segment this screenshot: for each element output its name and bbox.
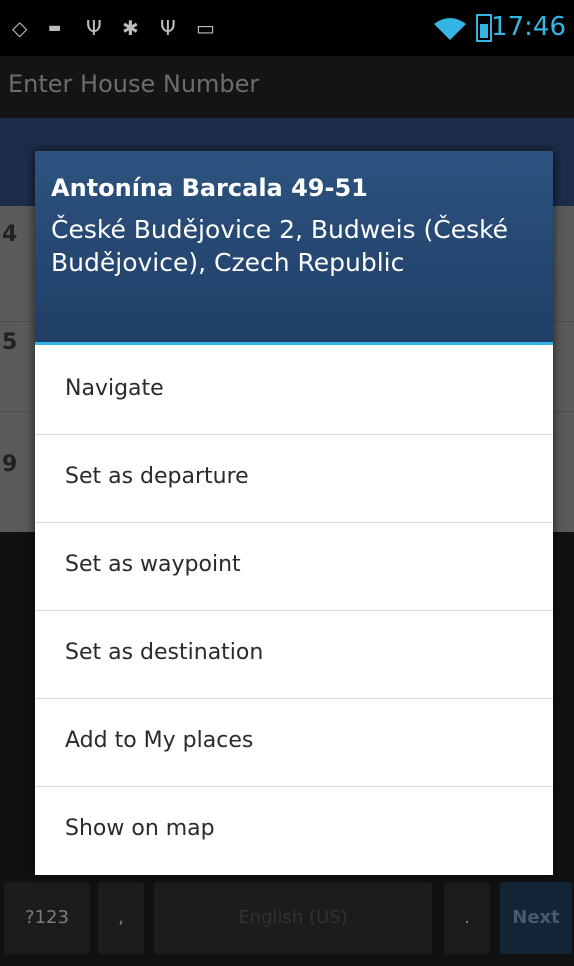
menu-item-set-departure[interactable]: Set as departure (35, 436, 553, 523)
usb-icon: Ψ (86, 16, 102, 40)
menu-item-label: Set as waypoint (65, 552, 241, 577)
menu-item-label: Set as destination (65, 640, 264, 665)
status-time: 17:46 (491, 12, 566, 42)
menu-divider (35, 610, 553, 611)
wifi-icon (434, 18, 466, 40)
keyboard-icon: ▬ (48, 20, 62, 36)
dialog-subtitle: České Budějovice 2, Budweis (České Buděj… (51, 215, 509, 277)
usb-icon-2: Ψ (160, 16, 176, 40)
menu-item-label: Set as departure (65, 464, 249, 489)
menu-item-show-on-map[interactable]: Show on map (35, 788, 553, 875)
menu-item-label: Show on map (65, 816, 215, 841)
menu-divider (35, 434, 553, 435)
dialog-header: Antonína Barcala 49-51 České Budějovice … (35, 151, 553, 345)
menu-divider (35, 786, 553, 787)
sync-icon: ◇ (12, 16, 28, 40)
menu-item-label: Navigate (65, 376, 164, 401)
menu-divider (35, 522, 553, 523)
menu-item-label: Add to My places (65, 728, 254, 753)
battery-icon (476, 14, 492, 42)
menu-divider (35, 698, 553, 699)
menu-item-set-waypoint[interactable]: Set as waypoint (35, 524, 553, 611)
image-icon: ▭ (196, 16, 215, 40)
android-debug-icon: ✱ (122, 16, 139, 40)
menu-item-navigate[interactable]: Navigate (35, 348, 553, 435)
menu-item-add-to-my-places[interactable]: Add to My places (35, 700, 553, 787)
status-bar: ◇ ▬ Ψ ✱ Ψ ▭ 17:46 (0, 0, 574, 56)
menu-item-set-destination[interactable]: Set as destination (35, 612, 553, 699)
location-options-dialog: Antonína Barcala 49-51 České Budějovice … (35, 151, 553, 875)
dialog-title: Antonína Barcala 49-51 (51, 174, 368, 202)
